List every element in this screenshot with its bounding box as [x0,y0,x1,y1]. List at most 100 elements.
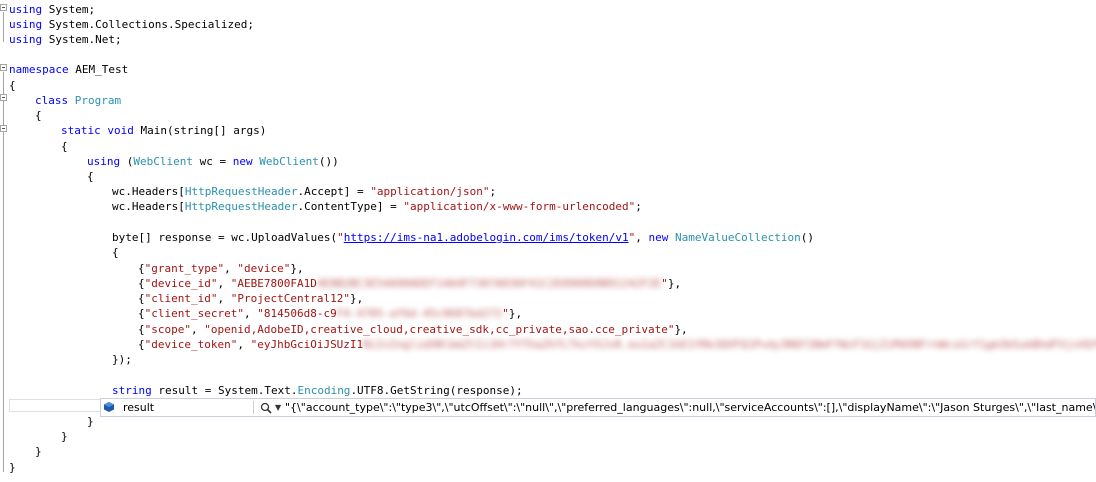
code-text: }, [349,292,364,305]
string-literal: "device_token" [144,338,238,351]
type-name: NameValueCollection [674,231,801,244]
code-text: wc.Headers[ [112,200,185,213]
collapse-icon[interactable] [0,64,7,71]
string-literal: "client_id" [144,292,218,305]
code-line: { [9,139,68,154]
debug-datatip[interactable]: result ▼ "{\"account_type\":\"type3\",\"… [100,398,1096,417]
code-text: { [87,170,94,183]
code-line: using System.Net; [9,32,122,47]
redacted-text: 4E8B2BC3E54A90ADEF14A4F7307A036F41C2E090… [316,277,662,290]
type-name: Encoding [297,384,351,397]
code-text: , [217,277,231,290]
code-text: { [138,262,145,275]
string-literal: "application/json" [370,185,490,198]
keyword: class [35,94,69,107]
code-line: byte[] response = wc.UploadValues("https… [9,230,814,245]
collapse-icon[interactable] [0,94,7,101]
code-text: .UTF8.GetString(response); [350,384,523,397]
code-text: } [61,430,68,443]
current-line-highlight [9,399,101,412]
code-text: ; [635,200,642,213]
outline-gutter [0,0,9,482]
datatip-variable-name: result [123,401,155,414]
string-literal: " [661,277,668,290]
code-line: {"grant_type", "device"}, [9,261,304,276]
code-line: {"device_token", "eyJhbGciOiJSUzI1NiIsIn… [9,337,1096,352]
code-text: AEM_Test [68,63,129,76]
string-literal: " [337,231,344,244]
code-text: byte[] response = wc.UploadValues( [112,231,338,244]
code-text: }); [112,353,132,366]
keyword: namespace [9,63,69,76]
keyword: using [9,33,43,46]
code-line: using (WebClient wc = new WebClient()) [9,154,339,169]
code-text: { [35,109,42,122]
code-text: .Accept] = [297,185,371,198]
string-literal: "device_id" [144,277,218,290]
code-line: namespace AEM_Test [9,62,128,77]
code-text: { [138,277,145,290]
keyword: using [9,3,43,16]
code-text: }, [290,262,304,275]
keyword: void [107,124,134,137]
code-text: } [9,461,16,474]
code-text: ()) [318,155,339,168]
type-name: Program [74,94,122,107]
keyword: new [648,231,669,244]
code-text: }, [508,307,523,320]
chevron-down-icon[interactable]: ▼ [275,399,281,416]
fold-guide [3,12,4,42]
type-name: WebClient [259,155,319,168]
string-literal: "scope" [144,323,191,336]
code-editor[interactable]: using System; using System.Collections.S… [0,0,1096,482]
code-text: , [237,338,251,351]
fold-guide [3,72,4,472]
code-line: {"client_secret", "814506d8-c9F4-4705-af… [9,306,522,321]
code-text: wc = [192,155,233,168]
code-line: } [9,429,68,444]
variable-icon [104,402,114,412]
string-literal: "AEBE7800FA1D [230,277,317,290]
code-line: } [9,460,16,475]
code-text: { [61,140,68,153]
code-line: string result = System.Text.Encoding.UTF… [9,383,523,398]
code-line: {"client_id", "ProjectCentral12"}, [9,291,363,306]
code-line: wc.Headers[HttpRequestHeader.ContentType… [9,199,642,214]
code-text: } [35,445,42,458]
code-text: System; [42,3,96,16]
code-text: System.Net; [42,33,122,46]
code-text: .ContentType] = [297,200,404,213]
code-text: () [800,231,815,244]
code-line: using System; [9,2,95,17]
code-line: class Program [9,93,121,108]
code-text: }, [667,277,682,290]
code-line: { [9,245,119,260]
code-text: { [138,307,145,320]
code-line: wc.Headers[HttpRequestHeader.Accept] = "… [9,184,496,199]
code-text: , [217,292,231,305]
url-link[interactable]: https://ims-na1.adobelogin.com/ims/token… [344,231,629,244]
text-visualizer-icon[interactable] [260,402,272,414]
code-text: } [87,415,94,428]
code-text: { [138,323,145,336]
string-literal: "814506d8-c9 [257,307,337,320]
code-text: ; [489,185,497,198]
type-name: HttpRequestHeader [184,200,298,213]
collapse-icon[interactable] [0,4,7,11]
string-literal: "client_secret" [144,307,244,320]
string-literal: " [502,307,509,320]
string-literal: "grant_type" [144,262,225,275]
keyword: new [232,155,253,168]
keyword: using [87,155,121,168]
code-line: { [9,169,94,184]
keyword: static [61,124,101,137]
string-literal: "ProjectCentral12" [230,292,350,305]
datatip-value[interactable]: "{\"account_type\":\"type3\",\"utcOffset… [285,399,1095,416]
string-literal: "eyJhbGciOiJSUzI1 [250,338,364,351]
redacted-text: F4-4705-af6d-45c9687bd272 [336,307,503,320]
datatip-divider [253,401,254,414]
code-line: {"device_id", "AEBE7800FA1D4E8B2BC3E54A9… [9,276,681,291]
redacted-text: NiIsInglidXNlbmZtIi1Hr7YThaZhfLTkzYXJsR.… [363,338,1096,351]
collapse-icon[interactable] [0,125,7,132]
keyword: string [112,384,152,397]
